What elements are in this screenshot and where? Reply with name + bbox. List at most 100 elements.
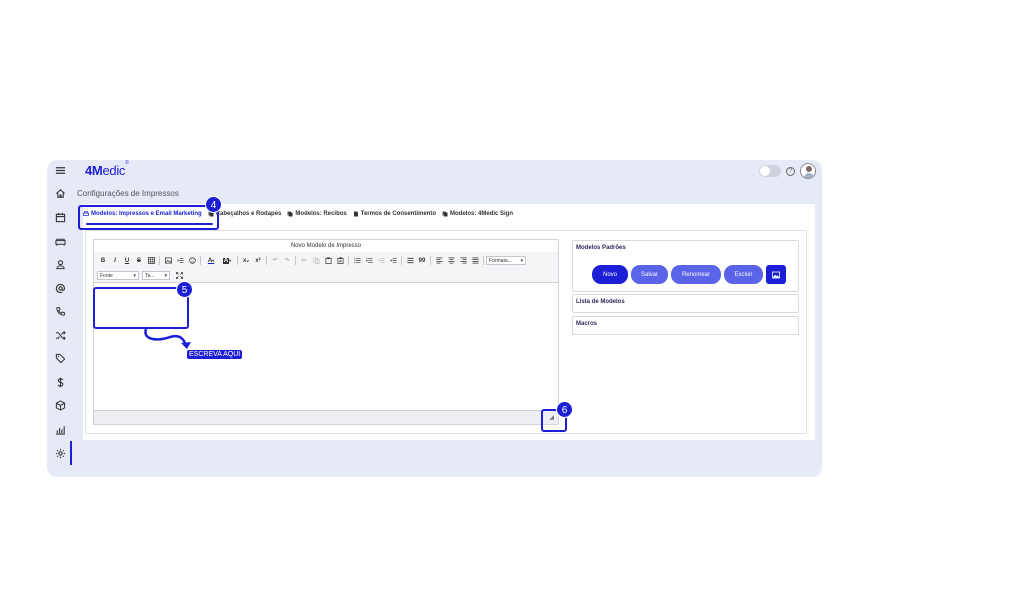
undo-button[interactable]: ↶	[269, 256, 281, 266]
align-center-button[interactable]	[445, 256, 457, 266]
tab-termos-consentimento[interactable]: Termos de Consentimento	[353, 211, 436, 217]
toolbar-separator	[266, 256, 267, 265]
user-icon[interactable]	[54, 258, 66, 270]
gear-icon[interactable]	[54, 447, 66, 459]
format-select-value: Formata...	[489, 257, 512, 264]
toolbar-row-2: Fonte ▾ Ta... ▾	[97, 269, 555, 282]
logo: 4Medic©	[85, 160, 129, 178]
rename-button[interactable]: Renomear	[671, 265, 721, 284]
sidebar	[47, 160, 73, 477]
image-button[interactable]	[162, 256, 174, 266]
tab-label: Modelos: Recibos	[295, 211, 347, 217]
dollar-icon[interactable]	[54, 376, 66, 388]
copy-icon	[313, 257, 319, 264]
macros-panel[interactable]: Macros	[572, 316, 799, 335]
tag-icon[interactable]	[54, 352, 66, 364]
cut-button[interactable]: ✂	[298, 256, 310, 266]
toolbar-separator	[295, 256, 296, 265]
standard-templates-title: Modelos Padrões	[576, 245, 626, 251]
justify-button[interactable]	[469, 256, 481, 266]
tab-recibos[interactable]: Modelos: Recibos	[287, 211, 347, 217]
home-icon[interactable]	[54, 187, 66, 199]
numbered-list-button[interactable]	[363, 256, 375, 266]
save-button[interactable]: Salvar	[631, 265, 668, 284]
template-list-panel[interactable]: Lista de Modelos	[572, 294, 799, 313]
toolbar-separator	[237, 256, 238, 265]
align-left-icon	[435, 257, 443, 264]
tab-label: Cabeçalhos e Rodapés	[215, 211, 282, 217]
italic-button[interactable]: I	[109, 256, 121, 266]
tab-label: Modelos: 4Medic Sign	[449, 211, 513, 217]
copy-button[interactable]	[310, 256, 322, 266]
paste-button[interactable]	[322, 256, 334, 266]
horizontal-rule-icon	[406, 257, 414, 264]
emoji-button[interactable]	[186, 256, 198, 266]
outdent-icon	[377, 257, 385, 264]
superscript-button[interactable]: x²	[252, 256, 264, 266]
logo-rest-text: edic	[102, 163, 126, 178]
dropdown-caret-icon: ▾	[212, 258, 215, 263]
maximize-button[interactable]	[173, 271, 185, 281]
standard-templates-panel: Modelos Padrões Novo Salvar Renomear Exc…	[572, 240, 799, 292]
avatar[interactable]	[800, 163, 816, 179]
logo-bold-text: 4M	[85, 163, 103, 178]
bulleted-list-button[interactable]	[351, 256, 363, 266]
table-button[interactable]	[145, 256, 157, 266]
calendar-icon[interactable]	[54, 211, 66, 223]
delete-button[interactable]: Excluir	[724, 265, 763, 284]
blockquote-button[interactable]: 99	[416, 256, 428, 266]
annotation-arrow-icon	[144, 328, 191, 349]
size-select[interactable]: Ta... ▾	[142, 271, 170, 280]
at-sign-icon[interactable]	[54, 282, 66, 294]
redo-button[interactable]: ↷	[281, 256, 293, 266]
background-color-button[interactable]: A ▾	[219, 256, 235, 266]
help-icon[interactable]: ?	[786, 166, 795, 176]
sofa-icon[interactable]	[54, 235, 66, 247]
sidebar-active-indicator	[70, 441, 72, 465]
annotation-box-tabs	[78, 205, 219, 230]
paste-text-button[interactable]	[334, 256, 346, 266]
redo-icon: ↷	[284, 258, 290, 264]
document-icon	[353, 211, 358, 217]
phone-icon[interactable]	[54, 305, 66, 317]
chevron-down-icon: ▾	[520, 257, 523, 264]
emoji-icon	[188, 257, 196, 264]
clipboard-text-icon	[337, 257, 343, 264]
subscript-button[interactable]: x₂	[240, 256, 252, 266]
tab-4medic-sign[interactable]: Modelos: 4Medic Sign	[442, 211, 513, 217]
menu-icon[interactable]	[54, 164, 66, 176]
image-upload-button[interactable]	[766, 265, 786, 284]
box-icon[interactable]	[54, 399, 66, 411]
new-button[interactable]: Novo	[592, 265, 628, 284]
format-select[interactable]: Formata... ▾	[486, 256, 526, 265]
indent-icon	[389, 257, 397, 264]
chart-icon[interactable]	[54, 423, 66, 435]
annotation-number-5: 5	[176, 281, 193, 298]
align-left-button[interactable]	[433, 256, 445, 266]
dropdown-caret-icon: ▾	[229, 258, 232, 263]
theme-toggle[interactable]	[759, 165, 781, 177]
editor-title: Novo Modelo de Impresso	[290, 243, 362, 249]
bulleted-list-icon	[353, 257, 361, 264]
template-list-title: Lista de Modelos	[576, 299, 625, 305]
font-color-button[interactable]: A ▾	[203, 256, 219, 266]
toolbar-separator	[348, 256, 349, 265]
align-right-button[interactable]	[457, 256, 469, 266]
toolbar-separator	[401, 256, 402, 265]
indent-list-button[interactable]	[174, 256, 186, 266]
toolbar-separator	[483, 256, 484, 265]
annotation-number-4: 4	[205, 196, 222, 213]
bold-button[interactable]: B	[97, 256, 109, 266]
tab-label: Termos de Consentimento	[360, 211, 436, 217]
font-select[interactable]: Fonte ▾	[97, 271, 139, 280]
horizontal-rule-button[interactable]	[404, 256, 416, 266]
image-icon	[164, 257, 172, 264]
maximize-icon	[175, 272, 183, 279]
toolbar-separator	[430, 256, 431, 265]
outdent-button[interactable]	[375, 256, 387, 266]
copy-icon	[287, 211, 293, 217]
strikethrough-button[interactable]: S	[133, 256, 145, 266]
indent-button[interactable]	[387, 256, 399, 266]
shuffle-icon[interactable]	[54, 329, 66, 341]
underline-button[interactable]: U	[121, 256, 133, 266]
